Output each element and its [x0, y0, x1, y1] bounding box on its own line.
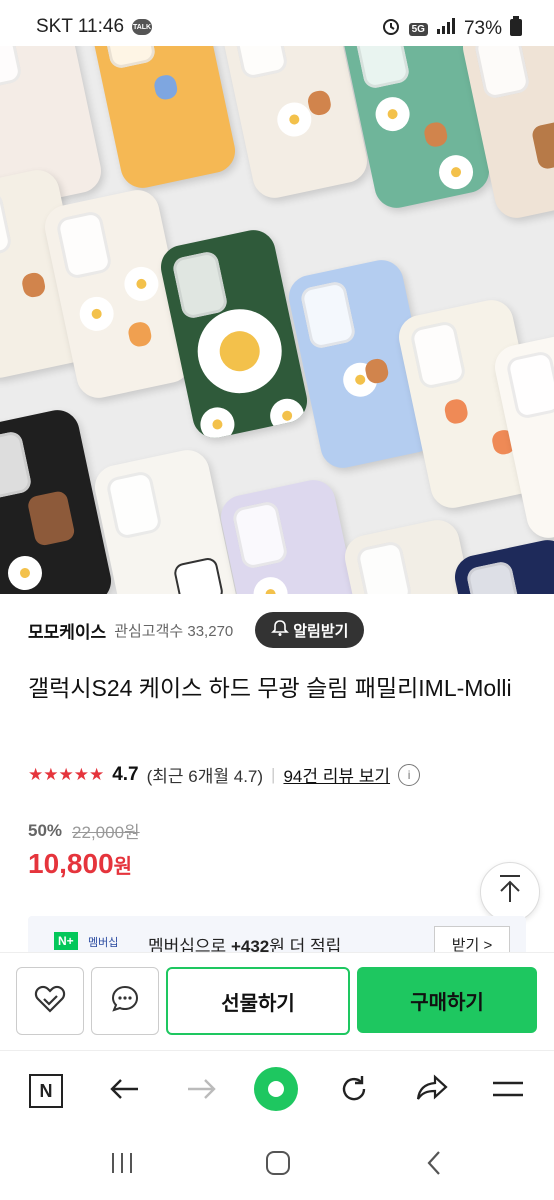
refresh-icon — [338, 1073, 370, 1110]
share-button[interactable] — [410, 1069, 454, 1113]
naver-home-button[interactable]: N — [24, 1069, 68, 1113]
chat-bubble-icon — [109, 983, 141, 1020]
forward-button[interactable] — [180, 1069, 224, 1113]
zzim-button[interactable] — [16, 967, 84, 1035]
green-dot-button[interactable] — [254, 1066, 298, 1113]
product-image-carousel[interactable] — [0, 46, 554, 594]
store-info-row: 모모케이스 관심고객수 33,270 알림받기 — [28, 612, 548, 648]
rating-row: ★★★★★ 4.7 (최근 6개월 4.7) | 94건 리뷰 보기 i — [28, 762, 421, 787]
membership-badge-label: 멤버십 — [88, 937, 119, 949]
alarm-icon — [381, 16, 401, 42]
battery-percent: 73% — [463, 18, 502, 39]
green-dot-icon — [253, 1066, 299, 1117]
battery-icon — [510, 16, 522, 42]
chat-button[interactable] — [91, 967, 159, 1035]
status-left: SKT 11:46 TALK — [36, 16, 153, 38]
recent-apps-button[interactable] — [102, 1150, 142, 1180]
system-nav-bar — [0, 1130, 554, 1200]
alarm-subscribe-label: 알림받기 — [293, 622, 349, 640]
fav-count: 관심고객수 33,270 — [114, 622, 234, 640]
signal-icon — [436, 17, 456, 41]
sale-price-unit: 원 — [113, 856, 133, 878]
hamburger-icon — [491, 1077, 525, 1106]
buy-button[interactable]: 구매하기 — [357, 967, 537, 1033]
phone-case-image — [216, 46, 372, 202]
rating-value: 4.7 — [112, 763, 139, 785]
scroll-top-button[interactable] — [480, 862, 540, 922]
original-price: 22,000원 — [72, 823, 140, 842]
menu-button[interactable] — [486, 1069, 530, 1113]
browser-nav-bar: N — [0, 1050, 554, 1131]
phone-case-image — [84, 46, 240, 192]
phone-case-image — [156, 226, 312, 442]
recent-apps-icon — [109, 1151, 135, 1180]
naver-plus-badge: N+ — [54, 932, 78, 950]
home-button[interactable] — [258, 1150, 298, 1180]
kakaotalk-icon: TALK — [132, 19, 153, 35]
arrow-left-icon — [108, 1077, 140, 1106]
purchase-action-bar: 선물하기 구매하기 — [0, 952, 554, 1049]
network-badge: 5G — [408, 22, 428, 36]
reviews-link[interactable]: 94건 리뷰 보기 — [283, 762, 390, 787]
bell-plus-icon — [271, 619, 290, 641]
info-icon[interactable]: i — [398, 763, 421, 786]
rating-stars: ★★★★★ — [28, 764, 105, 784]
alarm-subscribe-button[interactable]: 알림받기 — [255, 612, 365, 648]
divider: | — [271, 764, 276, 784]
product-title: 갤럭시S24 케이스 하드 무광 슬림 패밀리IML-Molli — [28, 675, 512, 701]
carrier-time: SKT 11:46 — [36, 16, 125, 37]
back-button[interactable] — [102, 1069, 146, 1113]
refresh-button[interactable] — [332, 1069, 376, 1113]
discount-row: 50% 22,000원 — [28, 818, 140, 843]
discount-percent: 50% — [28, 820, 63, 840]
arrow-right-icon — [186, 1077, 218, 1106]
sale-price-value: 10,800 — [28, 848, 114, 879]
home-icon — [264, 1149, 292, 1182]
system-back-button[interactable] — [414, 1150, 454, 1180]
arrow-up-icon — [497, 874, 523, 911]
status-right: 5G 73% — [381, 16, 522, 42]
share-icon — [415, 1074, 449, 1109]
heart-icon — [33, 983, 67, 1020]
naver-n-icon: N — [29, 1074, 63, 1108]
gift-button[interactable]: 선물하기 — [166, 967, 350, 1035]
sale-price: 10,800원 — [28, 848, 132, 880]
phone-case-image — [450, 536, 554, 594]
store-name[interactable]: 모모케이스 — [28, 618, 106, 643]
chevron-left-icon — [424, 1149, 444, 1182]
recent-rating: (최근 6개월 4.7) — [146, 767, 264, 786]
